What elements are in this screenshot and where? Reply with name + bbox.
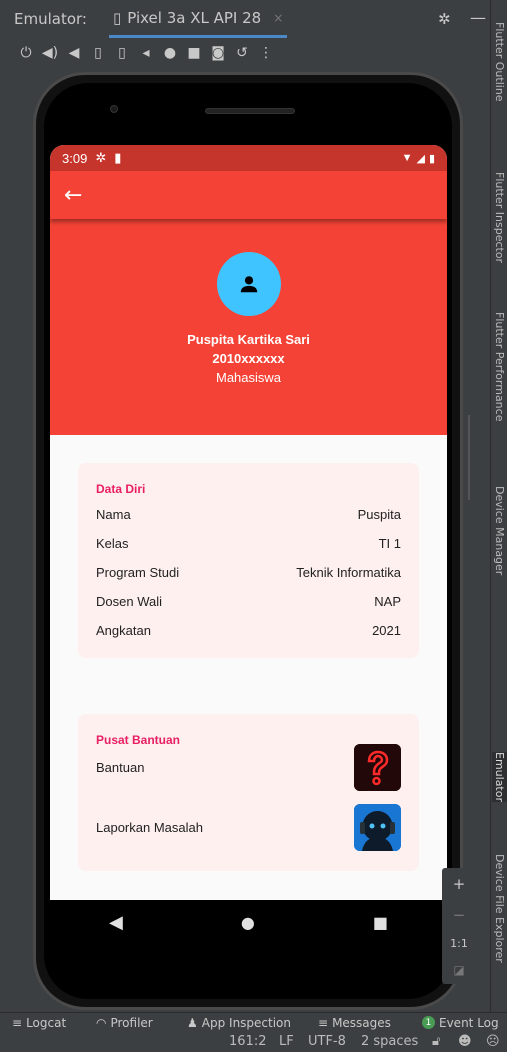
sd-card-icon: ▮ <box>114 150 122 165</box>
signal-icon: ◢ <box>416 152 425 165</box>
data-diri-card: Data Diri Nama Puspita Kelas TI 1 Progra… <box>78 463 419 658</box>
rotate-left-icon[interactable]: ▯ <box>86 45 110 61</box>
row-value: 2021 <box>372 623 401 638</box>
messages-icon: ≡ <box>318 1015 329 1030</box>
row-label: Nama <box>96 507 131 522</box>
help-item-bantuan[interactable]: Bantuan <box>78 741 419 793</box>
profile-nim: 2010xxxxxx <box>212 351 285 366</box>
nav-overview-icon[interactable]: ■ <box>373 913 388 932</box>
nav-home-icon[interactable]: ● <box>241 913 255 932</box>
back-icon[interactable]: ◂ <box>134 45 158 61</box>
power-icon[interactable]: ⏻ <box>14 45 38 61</box>
frown-icon[interactable]: ☹ <box>486 1034 500 1049</box>
gear-icon[interactable]: ✲ <box>438 10 451 28</box>
smiley-icon[interactable]: ☻ <box>458 1034 472 1049</box>
help-item-laporkan[interactable]: Laporkan Masalah <box>78 795 419 859</box>
back-arrow-icon[interactable]: ← <box>64 183 82 208</box>
camera-icon <box>110 105 118 113</box>
list-item: Angkatan 2021 <box>78 616 419 645</box>
profile-name: Puspita Kartika Sari <box>187 332 310 347</box>
device-icon: ▯ <box>112 8 122 27</box>
close-icon[interactable]: × <box>273 11 283 25</box>
speaker-grille <box>205 108 295 114</box>
hacker-icon[interactable] <box>354 803 401 851</box>
row-label: Dosen Wali <box>96 594 162 609</box>
wifi-icon: ▼ <box>401 152 413 164</box>
more-icon[interactable]: ⋮ <box>254 45 278 61</box>
device-file-explorer-tab[interactable]: Device File Explorer <box>492 854 507 963</box>
event-log-tab[interactable]: 1 Event Log <box>422 1016 499 1030</box>
minimize-icon[interactable]: — <box>470 8 486 27</box>
flutter-inspector-tab[interactable]: Flutter Inspector <box>492 172 507 263</box>
status-bar: 3:09 ✲ ▮ ▼ ◢ ▮ <box>50 145 447 171</box>
caret-position[interactable]: 161:2 <box>229 1034 266 1049</box>
row-label: Kelas <box>96 536 129 551</box>
device-tab-label: Pixel 3a XL API 28 <box>127 8 262 27</box>
logcat-icon: ≡ <box>12 1015 23 1030</box>
emulator-title: Emulator: <box>14 10 87 28</box>
line-separator[interactable]: LF <box>279 1034 294 1049</box>
row-label: Angkatan <box>96 623 151 638</box>
row-value: NAP <box>374 594 401 609</box>
screenshot-icon[interactable]: ◙ <box>206 45 230 61</box>
home-icon[interactable]: ● <box>158 45 182 61</box>
event-log-badge: 1 <box>422 1016 435 1029</box>
list-item: Nama Puspita <box>78 500 419 529</box>
zoom-tools: + − 1:1 ◪ <box>442 868 476 984</box>
android-navbar: ◀ ● ■ <box>50 900 447 944</box>
help-label: Bantuan <box>96 759 145 775</box>
list-item: Kelas TI 1 <box>78 529 419 558</box>
app-bar: ← <box>50 171 447 219</box>
person-icon <box>240 276 257 293</box>
row-value: Teknik Informatika <box>296 565 401 580</box>
flutter-performance-tab[interactable]: Flutter Performance <box>492 312 507 421</box>
flutter-outline-tab[interactable]: Flutter Outline <box>492 22 507 102</box>
right-tool-strip: Flutter Outline Flutter Inspector Flutte… <box>490 0 507 1012</box>
fit-screen-icon[interactable]: ◪ <box>453 963 464 977</box>
list-item: Program Studi Teknik Informatika <box>78 558 419 587</box>
ide-status-bar: 161:2 LF UTF-8 2 spaces 🔓︎ ☻ ☹ <box>0 1032 507 1052</box>
zoom-out-button[interactable]: − <box>453 906 466 924</box>
emulator-tab[interactable]: Emulator <box>492 752 507 802</box>
help-label: Laporkan Masalah <box>96 819 203 835</box>
pusat-bantuan-card: Pusat Bantuan Bantuan Laporkan Masalah <box>78 714 419 871</box>
messages-tab[interactable]: ≡ Messages <box>318 1016 391 1030</box>
file-encoding[interactable]: UTF-8 <box>308 1034 346 1049</box>
status-time: 3:09 <box>62 150 88 166</box>
app-inspection-icon: ♟ <box>187 1015 198 1030</box>
question-mark-icon[interactable] <box>354 743 401 791</box>
zoom-ratio-button[interactable]: 1:1 <box>450 937 468 950</box>
device-screen: 3:09 ✲ ▮ ▼ ◢ ▮ ← Puspita Kartika Sari 20… <box>50 145 447 900</box>
snapshot-icon[interactable]: ↺ <box>230 45 254 61</box>
row-value: TI 1 <box>378 536 401 551</box>
overview-icon[interactable]: ■ <box>182 45 206 61</box>
logcat-tab[interactable]: ≡ Logcat <box>12 1016 66 1030</box>
row-value: Puspita <box>357 507 401 522</box>
list-item: Dosen Wali NAP <box>78 587 419 616</box>
bottom-tool-bar: ≡ Logcat ◠ Profiler ♟ App Inspection ≡ M… <box>0 1012 507 1032</box>
profiler-tab[interactable]: ◠ Profiler <box>96 1016 153 1030</box>
battery-icon: ▮ <box>428 152 435 165</box>
app-inspection-tab[interactable]: ♟ App Inspection <box>187 1016 291 1030</box>
avatar[interactable] <box>216 252 281 316</box>
nav-back-icon[interactable]: ◀ <box>109 912 123 933</box>
device-tab[interactable]: ▯ Pixel 3a XL API 28 × <box>108 0 288 38</box>
device-manager-tab[interactable]: Device Manager <box>492 486 507 575</box>
settings-icon: ✲ <box>95 150 107 165</box>
indent-setting[interactable]: 2 spaces <box>361 1034 418 1049</box>
zoom-in-button[interactable]: + <box>453 875 466 893</box>
row-label: Program Studi <box>96 565 180 580</box>
volume-down-icon[interactable]: ◀ <box>62 45 86 61</box>
volume-up-icon[interactable]: ◀) <box>38 45 62 61</box>
emulator-toolbar: ⏻ ◀) ◀ ▯ ▯ ◂ ● ■ ◙ ↺ ⋮ <box>0 38 490 68</box>
data-diri-title: Data Diri <box>96 482 146 496</box>
profile-role: Mahasiswa <box>215 370 282 385</box>
lock-icon[interactable]: 🔓︎ <box>432 1034 440 1049</box>
profile-header: Puspita Kartika Sari 2010xxxxxx Mahasisw… <box>50 219 447 435</box>
scrollbar[interactable] <box>468 415 470 500</box>
profiler-icon: ◠ <box>96 1015 107 1030</box>
rotate-right-icon[interactable]: ▯ <box>110 45 134 61</box>
emulator-titlebar: Emulator: ▯ Pixel 3a XL API 28 × ✲ — <box>0 0 490 38</box>
